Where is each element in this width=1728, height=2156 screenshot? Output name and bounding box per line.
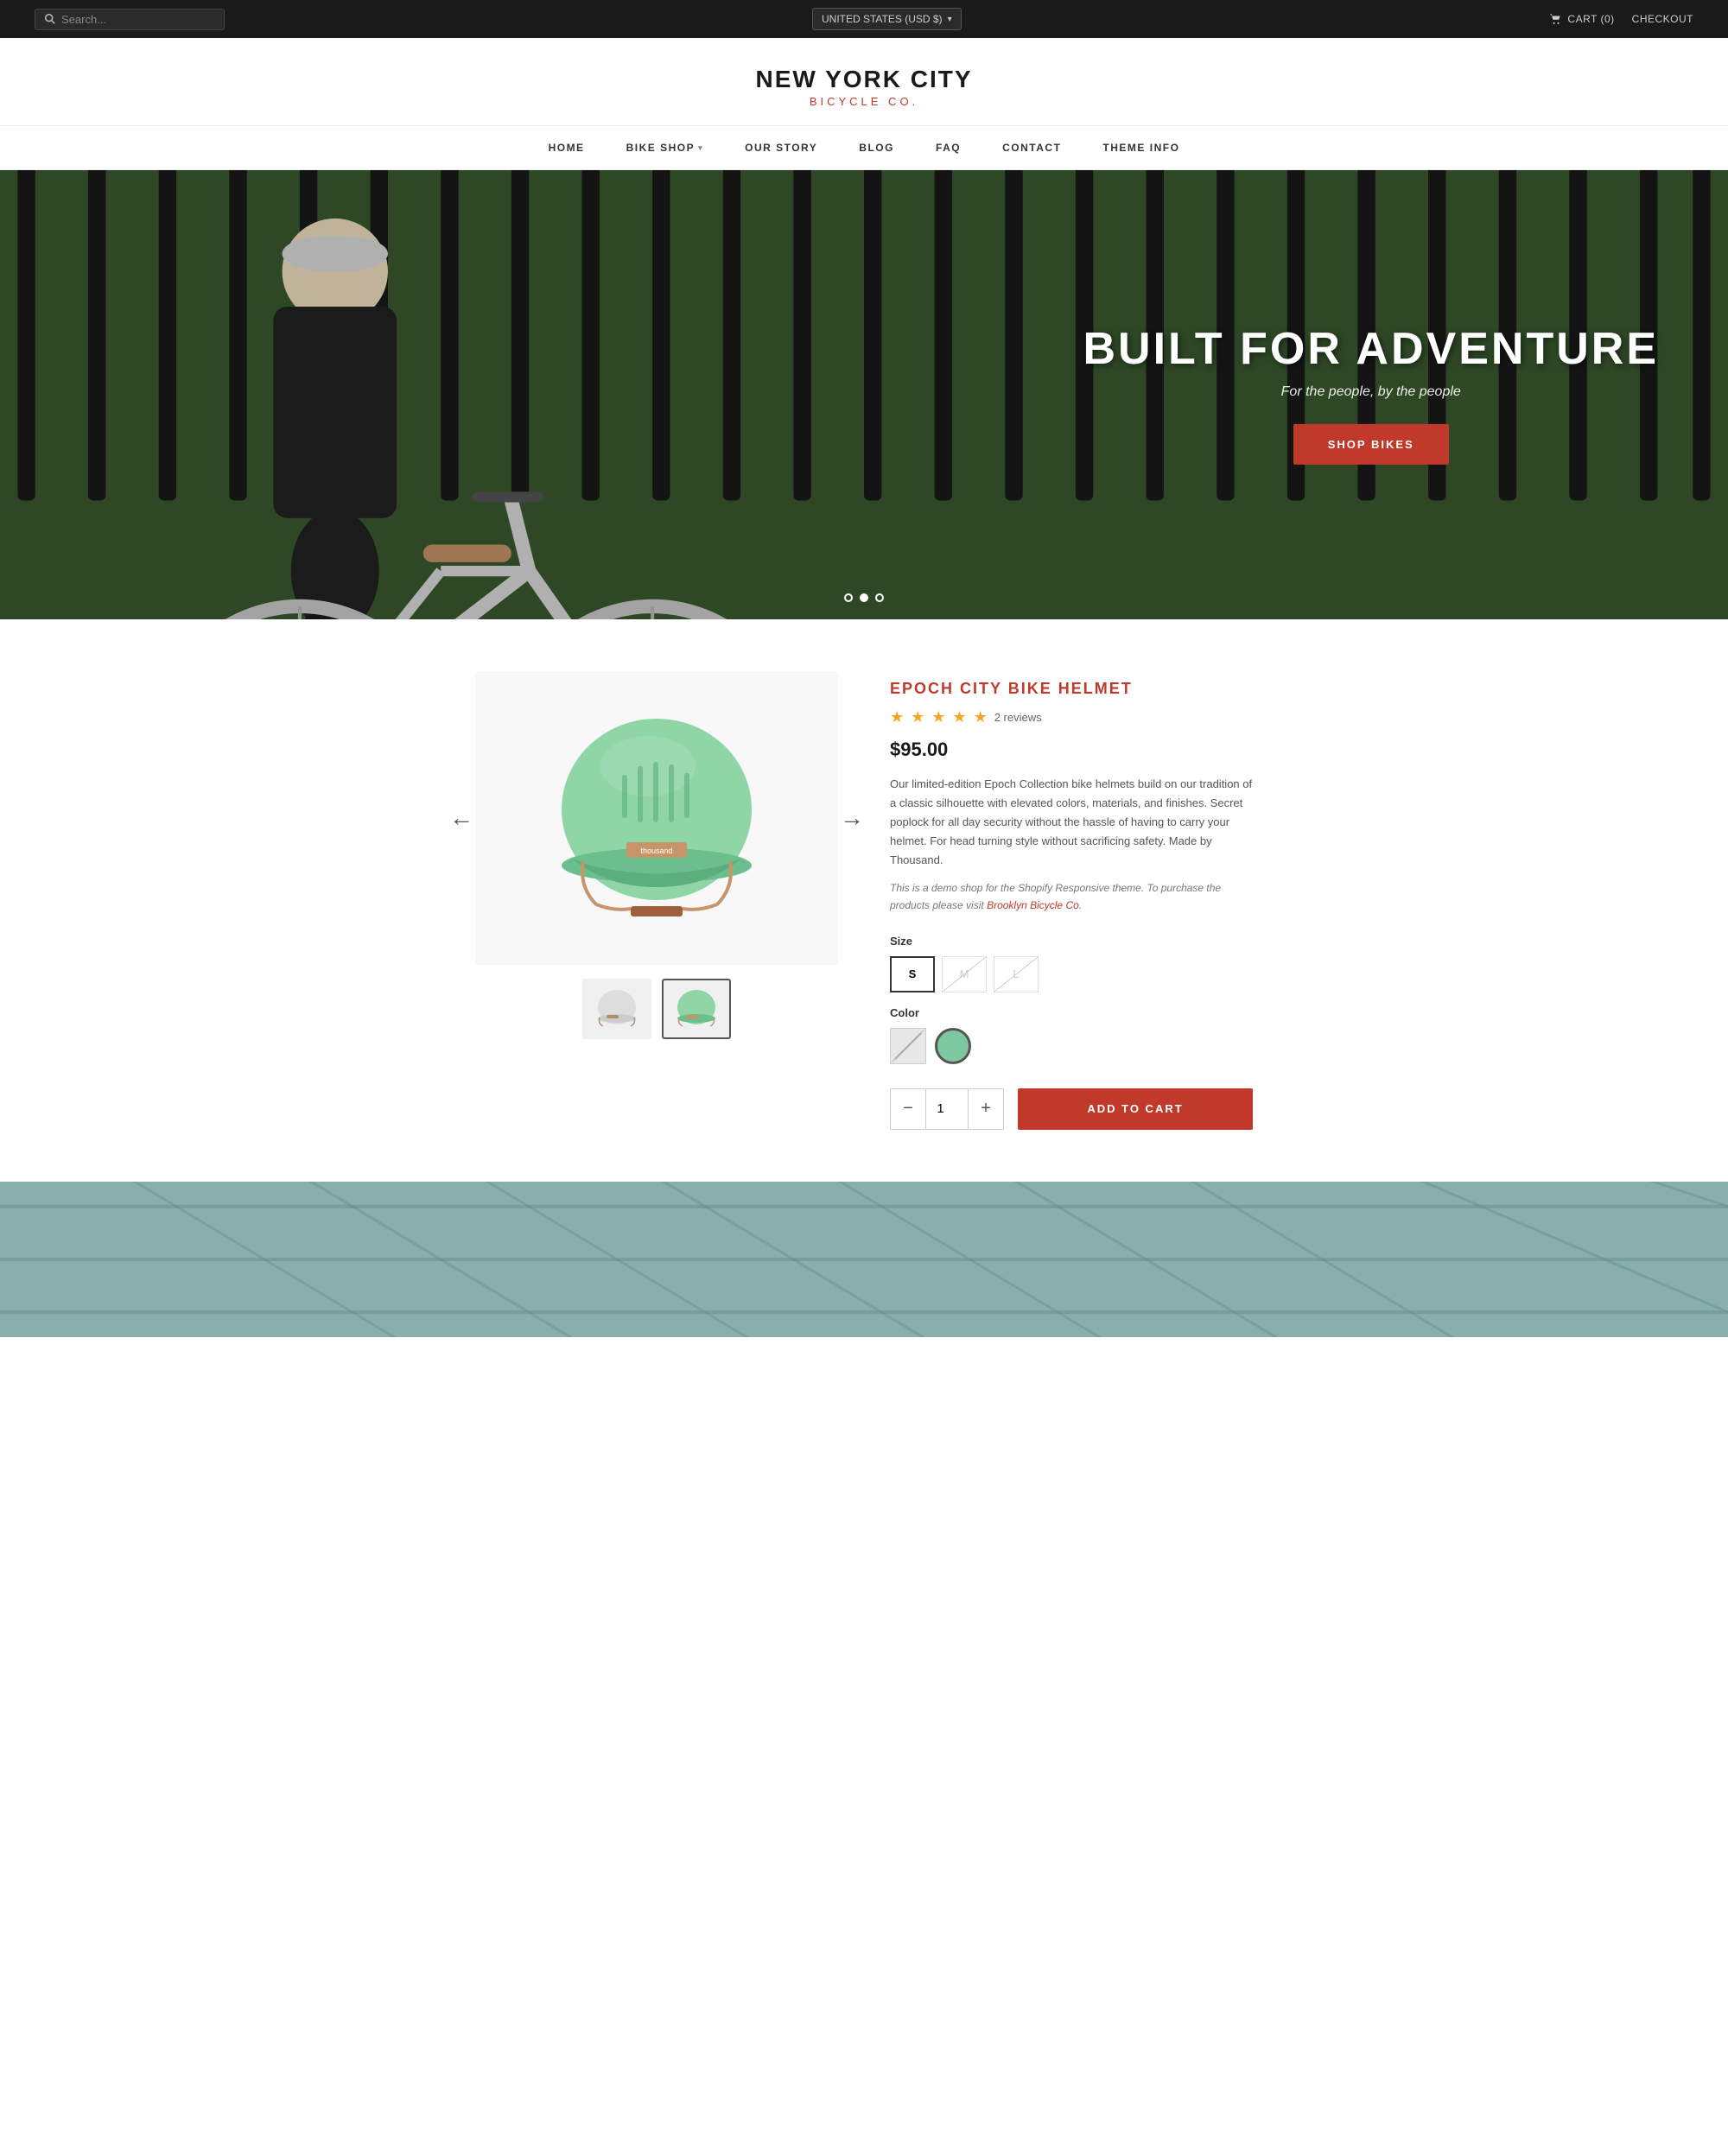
- hero-banner: BUILT FOR ADVENTURE For the people, by t…: [0, 170, 1728, 619]
- currency-selector[interactable]: UNITED STATES (USD $) ▾: [812, 8, 962, 30]
- next-image-button[interactable]: →: [831, 796, 873, 840]
- site-header: NEW YORK CITY BICYCLE CO.: [0, 38, 1728, 125]
- cart-label: CART (0): [1567, 13, 1614, 25]
- chevron-down-icon: ▾: [698, 143, 703, 153]
- product-note: This is a demo shop for the Shopify Resp…: [890, 880, 1253, 913]
- top-bar-right: CART (0) CHECKOUT: [1549, 13, 1693, 26]
- checkout-link[interactable]: CHECKOUT: [1632, 13, 1693, 25]
- star-1: ★: [890, 708, 904, 726]
- hero-dot-3[interactable]: [875, 593, 884, 602]
- color-btn-mint[interactable]: [935, 1028, 971, 1064]
- color-label: Color: [890, 1006, 1253, 1019]
- size-options: S M L: [890, 956, 1253, 992]
- qty-increase-button[interactable]: +: [969, 1088, 1003, 1130]
- product-note-link[interactable]: Brooklyn Bicycle Co.: [987, 899, 1082, 911]
- bottom-image-section: [0, 1182, 1728, 1337]
- star-2: ★: [911, 708, 924, 726]
- hero-dots: [844, 593, 884, 602]
- search-wrapper[interactable]: [35, 9, 225, 30]
- product-name: EPOCH CITY BIKE HELMET: [890, 680, 1253, 698]
- svg-text:thousand: thousand: [640, 847, 672, 855]
- color-options: [890, 1028, 1253, 1064]
- product-section: ← thousand: [441, 671, 1287, 1130]
- stars-row: ★ ★ ★ ★ ★ 2 reviews: [890, 708, 1253, 726]
- product-images: ← thousand: [475, 671, 838, 1130]
- size-btn-m[interactable]: M: [942, 956, 987, 992]
- prev-image-button[interactable]: ←: [441, 796, 482, 840]
- nav-label-theme-info: THEME INFO: [1102, 142, 1179, 154]
- thumbnail-row: [475, 979, 838, 1039]
- size-label-m: M: [960, 967, 969, 980]
- chevron-down-icon: ▾: [948, 15, 952, 24]
- nav-label-contact: CONTACT: [1002, 142, 1061, 154]
- product-main-image: thousand: [536, 697, 778, 939]
- nav-item-home[interactable]: HOME: [528, 126, 606, 169]
- nav-item-bike-shop[interactable]: BIKE SHOP ▾: [606, 126, 725, 169]
- size-label: Size: [890, 935, 1253, 948]
- nav-label-faq: FAQ: [936, 142, 961, 154]
- product-details: EPOCH CITY BIKE HELMET ★ ★ ★ ★ ★ 2 revie…: [890, 671, 1253, 1130]
- checkout-label: CHECKOUT: [1632, 13, 1693, 25]
- nav-label-blog: BLOG: [859, 142, 894, 154]
- hero-cta-button[interactable]: SHOP BIKES: [1293, 424, 1449, 465]
- nav-item-faq[interactable]: FAQ: [915, 126, 982, 169]
- product-note-link-text: Brooklyn Bicycle Co.: [987, 899, 1082, 911]
- star-3: ★: [931, 708, 945, 726]
- search-icon: [44, 13, 56, 25]
- nav-item-our-story[interactable]: OUR STORY: [724, 126, 838, 169]
- main-image-wrapper: ← thousand: [475, 671, 838, 965]
- quantity-input[interactable]: [925, 1088, 969, 1130]
- hero-dot-1[interactable]: [844, 593, 853, 602]
- size-btn-l[interactable]: L: [994, 956, 1039, 992]
- star-half: ★: [974, 708, 988, 726]
- hero-dot-2[interactable]: [860, 593, 868, 602]
- nav-label-bike-shop: BIKE SHOP: [626, 142, 696, 154]
- cart-icon: [1549, 13, 1561, 25]
- hero-subtitle: For the people, by the people: [1083, 384, 1659, 400]
- nav-label-our-story: OUR STORY: [745, 142, 817, 154]
- qty-decrease-button[interactable]: −: [891, 1088, 925, 1130]
- thumbnail-mint[interactable]: [662, 979, 731, 1039]
- quantity-control: − +: [890, 1088, 1004, 1130]
- hero-title: BUILT FOR ADVENTURE: [1083, 325, 1659, 374]
- brand-name[interactable]: NEW YORK CITY: [17, 66, 1711, 93]
- color-btn-white[interactable]: [890, 1028, 926, 1064]
- hero-content: BUILT FOR ADVENTURE For the people, by t…: [1083, 325, 1659, 465]
- star-4: ★: [952, 708, 966, 726]
- main-nav: HOME BIKE SHOP ▾ OUR STORY BLOG FAQ CONT…: [0, 125, 1728, 170]
- bottom-image-svg: [0, 1182, 1728, 1337]
- product-description: Our limited-edition Epoch Collection bik…: [890, 775, 1253, 870]
- reviews-count[interactable]: 2 reviews: [994, 711, 1042, 724]
- add-to-cart-button[interactable]: ADD TO CART: [1018, 1088, 1253, 1130]
- nav-item-blog[interactable]: BLOG: [838, 126, 915, 169]
- search-input[interactable]: [61, 13, 215, 26]
- size-btn-s[interactable]: S: [890, 956, 935, 992]
- product-price: $95.00: [890, 739, 1253, 761]
- top-bar: UNITED STATES (USD $) ▾ CART (0) CHECKOU…: [0, 0, 1728, 38]
- thumbnail-white[interactable]: [582, 979, 651, 1039]
- currency-label: UNITED STATES (USD $): [822, 13, 943, 25]
- nav-label-home: HOME: [549, 142, 585, 154]
- cart-link[interactable]: CART (0): [1549, 13, 1615, 26]
- nav-item-theme-info[interactable]: THEME INFO: [1082, 126, 1200, 169]
- nav-item-contact[interactable]: CONTACT: [982, 126, 1082, 169]
- size-label-l: L: [1013, 967, 1019, 980]
- cart-row: − + ADD TO CART: [890, 1088, 1253, 1130]
- size-label-s: S: [909, 967, 917, 980]
- brand-sub[interactable]: BICYCLE CO.: [17, 95, 1711, 108]
